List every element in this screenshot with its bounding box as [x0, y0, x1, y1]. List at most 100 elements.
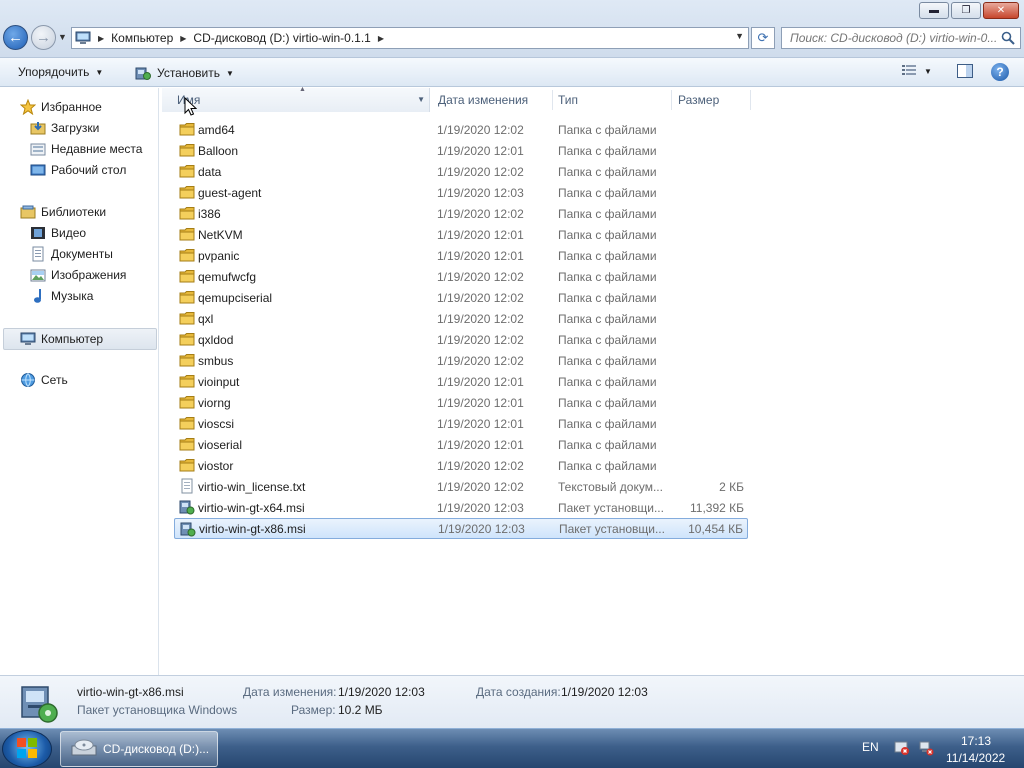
file-row[interactable]: guest-agent 1/19/2020 12:03 Папка с файлам… — [174, 182, 748, 203]
refresh-button[interactable]: ⟳ — [751, 27, 775, 49]
taskbar-explorer-window[interactable]: CD-дисковод (D:)... — [60, 731, 218, 767]
details-filetype: Пакет установщика Windows — [77, 703, 238, 717]
file-row[interactable]: viorng 1/19/2020 12:01 Папка с файлами — [174, 392, 748, 413]
recent-pages-dropdown[interactable]: ▼ — [58, 32, 67, 42]
column-divider[interactable] — [552, 90, 553, 110]
sidebar-item-documents[interactable]: Документы — [30, 246, 113, 262]
file-row[interactable]: virtio-win-gt-x64.msi 1/19/2020 12:03 Паке… — [174, 497, 748, 518]
file-row[interactable]: Balloon 1/19/2020 12:01 Папка с файлами — [174, 140, 748, 161]
file-name: vioserial — [198, 437, 243, 452]
file-row[interactable]: pvpanic 1/19/2020 12:01 Папка с файлами — [174, 245, 748, 266]
breadcrumb-separator-icon[interactable]: ▶ — [378, 34, 384, 43]
documents-icon — [30, 246, 46, 262]
sidebar-item-pictures[interactable]: Изображения — [30, 267, 126, 283]
sidebar-favorites-label: Избранное — [41, 100, 102, 114]
file-name: pvpanic — [198, 248, 240, 263]
search-input[interactable] — [790, 31, 996, 45]
file-type: Папка с файлами — [558, 227, 657, 242]
breadcrumb-cd-drive[interactable]: CD-дисковод (D:) virtio-win-0.1.1 — [193, 31, 370, 45]
start-button[interactable] — [2, 730, 52, 768]
column-header-type[interactable]: Тип — [558, 88, 668, 112]
file-row[interactable]: amd64 1/19/2020 12:02 Папка с файлами — [174, 119, 748, 140]
chevron-down-icon: ▼ — [95, 67, 104, 77]
file-date: 1/19/2020 12:01 — [437, 374, 524, 389]
file-row[interactable]: qxl 1/19/2020 12:02 Папка с файлами — [174, 308, 748, 329]
details-created-value: 1/19/2020 12:03 — [561, 685, 648, 699]
file-type: Папка с файлами — [558, 311, 657, 326]
preview-pane-button[interactable] — [957, 64, 973, 81]
address-bar[interactable]: ▶ Компьютер ▶ CD-дисковод (D:) virtio-wi… — [71, 27, 749, 49]
file-name: qxl — [198, 311, 214, 326]
file-row[interactable]: i386 1/19/2020 12:02 Папка с файлами — [174, 203, 748, 224]
file-date: 1/19/2020 12:02 — [437, 479, 524, 494]
back-button[interactable]: ← — [3, 25, 28, 50]
column-header-size[interactable]: Размер — [678, 88, 748, 112]
file-row[interactable]: virtio-win-gt-x86.msi 1/19/2020 12:03 Паке… — [174, 518, 748, 539]
folder-icon — [179, 331, 195, 350]
sidebar-item-desktop[interactable]: Рабочий стол — [30, 162, 126, 178]
address-history-dropdown[interactable]: ▼ — [735, 31, 744, 41]
sidebar-item-video[interactable]: Видео — [30, 225, 86, 241]
command-bar: Упорядочить ▼ Установить ▼ ▼ — [0, 58, 1024, 87]
language-indicator[interactable]: EN — [862, 740, 879, 754]
file-row[interactable]: virtio-win_license.txt 1/19/2020 12:02 Тек… — [174, 476, 748, 497]
file-type: Папка с файлами — [558, 122, 657, 137]
forward-button[interactable]: → — [31, 25, 56, 50]
file-name: viorng — [198, 395, 231, 410]
sidebar-item-network[interactable]: Сеть — [20, 372, 68, 388]
file-row[interactable]: qxldod 1/19/2020 12:02 Папка с файлами — [174, 329, 748, 350]
file-type: Папка с файлами — [558, 206, 657, 221]
search-box[interactable] — [781, 27, 1021, 49]
column-divider[interactable] — [750, 90, 751, 110]
file-date: 1/19/2020 12:02 — [437, 353, 524, 368]
details-created-label: Дата создания: — [476, 685, 561, 699]
file-name: qemupciserial — [198, 290, 273, 305]
action-center-icon[interactable] — [894, 740, 910, 759]
sidebar-item-label: Рабочий стол — [51, 163, 127, 177]
change-view-button[interactable]: ▼ — [902, 64, 932, 79]
file-type: Папка с файлами — [558, 185, 657, 200]
clock-time[interactable]: 17:13 — [961, 734, 991, 748]
file-row[interactable]: qemufwcfg 1/19/2020 12:02 Папка с файлами — [174, 266, 748, 287]
chevron-down-icon[interactable]: ▼ — [417, 95, 425, 104]
folder-icon — [179, 457, 195, 476]
file-row[interactable]: vioserial 1/19/2020 12:01 Папка с файлами — [174, 434, 748, 455]
file-row[interactable]: viostor 1/19/2020 12:02 Папка с файлами — [174, 455, 748, 476]
breadcrumb-separator-icon[interactable]: ▶ — [98, 34, 104, 43]
file-date: 1/19/2020 12:02 — [437, 290, 524, 305]
install-button[interactable]: Установить ▼ — [135, 65, 234, 81]
organize-button[interactable]: Упорядочить ▼ — [18, 65, 103, 79]
column-header-name[interactable]: Имя ▲ ▼ — [162, 86, 430, 112]
file-row[interactable]: smbus 1/19/2020 12:02 Папка с файлами — [174, 350, 748, 371]
maximize-button[interactable]: ❐ — [951, 2, 981, 19]
file-row[interactable]: vioscsi 1/19/2020 12:01 Папка с файлами — [174, 413, 748, 434]
file-type: Папка с файлами — [558, 290, 657, 305]
file-row[interactable]: NetKVM 1/19/2020 12:01 Папка с файлами — [174, 224, 748, 245]
file-row[interactable]: vioinput 1/19/2020 12:01 Папка с файлами — [174, 371, 748, 392]
sidebar-item-downloads[interactable]: Загрузки — [30, 120, 99, 136]
sidebar-item-computer[interactable]: Компьютер — [3, 328, 157, 350]
sidebar-item-recent-places[interactable]: Недавние места — [30, 141, 142, 157]
chevron-down-icon[interactable]: ▼ — [924, 67, 932, 76]
file-type: Папка с файлами — [558, 269, 657, 284]
column-header-date[interactable]: Дата изменения — [438, 88, 550, 112]
clock-date[interactable]: 11/14/2022 — [946, 751, 1005, 765]
breadcrumb-computer[interactable]: Компьютер — [111, 31, 173, 45]
sidebar-item-label: Документы — [51, 247, 113, 261]
network-status-icon[interactable] — [918, 740, 934, 759]
folder-icon — [179, 163, 195, 182]
file-row[interactable]: data 1/19/2020 12:02 Папка с файлами — [174, 161, 748, 182]
details-modified-value: 1/19/2020 12:03 — [338, 685, 425, 699]
close-button[interactable]: ✕ — [983, 2, 1019, 19]
sidebar-item-music[interactable]: Музыка — [30, 288, 93, 304]
file-type: Папка с файлами — [558, 248, 657, 263]
sidebar-favorites[interactable]: Избранное — [20, 99, 102, 115]
help-button[interactable]: ? — [991, 63, 1009, 81]
sidebar-libraries[interactable]: Библиотеки — [20, 204, 106, 220]
column-divider[interactable] — [671, 90, 672, 110]
install-label: Установить — [157, 66, 220, 80]
minimize-button[interactable]: ▬ — [919, 2, 949, 19]
search-icon[interactable] — [1001, 31, 1015, 48]
breadcrumb-separator-icon[interactable]: ▶ — [180, 34, 186, 43]
file-row[interactable]: qemupciserial 1/19/2020 12:02 Папка с файл… — [174, 287, 748, 308]
